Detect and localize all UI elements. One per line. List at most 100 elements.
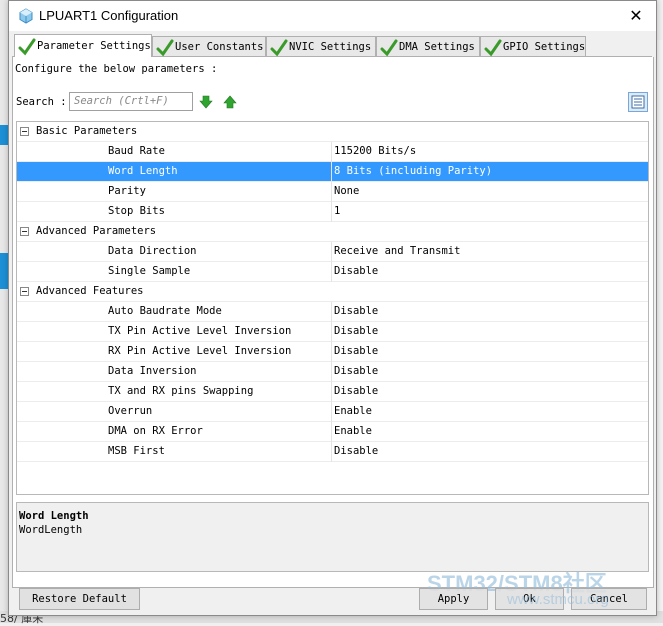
param-row-rx-pin-inversion[interactable]: RX Pin Active Level Inversion Disable [17, 342, 648, 362]
param-row-data-direction[interactable]: Data Direction Receive and Transmit [17, 242, 648, 262]
column-divider [331, 442, 332, 462]
param-value[interactable]: Enable [334, 425, 372, 437]
apply-button[interactable]: Apply [419, 588, 488, 610]
tab-parameter-settings[interactable]: Parameter Settings [14, 34, 152, 57]
param-name: TX and RX pins Swapping [108, 385, 254, 397]
param-row-overrun[interactable]: Overrun Enable [17, 402, 648, 422]
title-bar[interactable]: LPUART1 Configuration ✕ [9, 1, 656, 31]
param-value[interactable]: 8 Bits (including Parity) [334, 165, 492, 177]
param-row-dma-on-rx-error[interactable]: DMA on RX Error Enable [17, 422, 648, 442]
column-divider [331, 242, 332, 262]
param-row-tx-pin-inversion[interactable]: TX Pin Active Level Inversion Disable [17, 322, 648, 342]
instruction-text: Configure the below parameters : [15, 63, 218, 75]
param-name: Data Inversion [108, 365, 197, 377]
param-name: Auto Baudrate Mode [108, 305, 222, 317]
param-row-auto-baudrate-mode[interactable]: Auto Baudrate Mode Disable [17, 302, 648, 322]
tab-label: User Constants [175, 41, 264, 53]
tab-label: DMA Settings [399, 41, 475, 53]
check-icon [18, 38, 36, 56]
restore-default-button[interactable]: Restore Default [19, 588, 140, 610]
tab-dma-settings[interactable]: DMA Settings [376, 36, 480, 57]
param-name: TX Pin Active Level Inversion [108, 325, 292, 337]
check-icon [484, 39, 502, 57]
tab-nvic-settings[interactable]: NVIC Settings [266, 36, 376, 57]
param-value[interactable]: 1 [334, 205, 340, 217]
param-row-msb-first[interactable]: MSB First Disable [17, 442, 648, 462]
param-name: RX Pin Active Level Inversion [108, 345, 292, 357]
watermark-url: www.stmcu.org [507, 591, 609, 608]
column-divider [331, 402, 332, 422]
group-label: Advanced Features [36, 285, 144, 297]
param-name: Data Direction [108, 245, 197, 257]
param-name: Word Length [108, 165, 178, 177]
param-row-single-sample[interactable]: Single Sample Disable [17, 262, 648, 282]
parameter-grid: Basic Parameters Baud Rate 115200 Bits/s… [16, 121, 649, 495]
tab-gpio-settings[interactable]: GPIO Settings [480, 36, 586, 57]
collapse-toggle-icon[interactable] [20, 287, 29, 296]
column-divider [331, 322, 332, 342]
column-divider [331, 382, 332, 402]
tab-label: Parameter Settings [37, 40, 151, 52]
param-value[interactable]: Enable [334, 405, 372, 417]
param-name: MSB First [108, 445, 165, 457]
arrow-up-icon[interactable] [223, 95, 237, 109]
arrow-down-icon[interactable] [199, 95, 213, 109]
lpuart1-configuration-dialog: LPUART1 Configuration ✕ Parameter Settin… [8, 0, 657, 616]
param-row-parity[interactable]: Parity None [17, 182, 648, 202]
param-value[interactable]: Disable [334, 445, 378, 457]
tab-label: GPIO Settings [503, 41, 586, 53]
group-label: Basic Parameters [36, 125, 138, 137]
check-icon [156, 39, 174, 57]
group-row-advanced-features[interactable]: Advanced Features [17, 282, 648, 302]
param-value[interactable]: Receive and Transmit [334, 245, 460, 257]
param-value[interactable]: Disable [334, 345, 378, 357]
param-name: Single Sample [108, 265, 191, 277]
parameter-settings-panel: Configure the below parameters : Search … [12, 57, 654, 588]
param-value[interactable]: None [334, 185, 359, 197]
collapse-toggle-icon[interactable] [20, 227, 29, 236]
param-name: Overrun [108, 405, 153, 417]
column-divider [331, 182, 332, 202]
cube-app-icon [19, 8, 33, 24]
param-name: Baud Rate [108, 145, 165, 157]
column-divider [331, 262, 332, 282]
param-value[interactable]: Disable [334, 365, 378, 377]
param-name: Stop Bits [108, 205, 165, 217]
tab-user-constants[interactable]: User Constants [152, 36, 266, 57]
check-icon [380, 39, 398, 57]
group-label: Advanced Parameters [36, 225, 157, 237]
search-input[interactable]: Search (Crtl+F) [69, 92, 193, 111]
param-value[interactable]: Disable [334, 385, 378, 397]
param-value[interactable]: Disable [334, 265, 378, 277]
list-view-icon [631, 95, 645, 109]
param-row-data-inversion[interactable]: Data Inversion Disable [17, 362, 648, 382]
column-divider [331, 362, 332, 382]
param-name: Parity [108, 185, 146, 197]
description-panel: Word Length WordLength [16, 502, 649, 572]
description-title: Word Length [19, 510, 89, 522]
column-divider [331, 422, 332, 442]
param-row-tx-rx-swapping[interactable]: TX and RX pins Swapping Disable [17, 382, 648, 402]
list-view-button[interactable] [628, 92, 648, 112]
tab-bar: Parameter Settings User Constants NVIC S… [12, 34, 652, 57]
search-label: Search : [16, 96, 67, 108]
collapse-toggle-icon[interactable] [20, 127, 29, 136]
param-value[interactable]: 115200 Bits/s [334, 145, 416, 157]
param-value[interactable]: Disable [334, 305, 378, 317]
column-divider [331, 142, 332, 162]
param-value[interactable]: Disable [334, 325, 378, 337]
description-text: WordLength [19, 524, 83, 536]
group-row-basic-parameters[interactable]: Basic Parameters [17, 122, 648, 142]
column-divider [331, 162, 332, 182]
column-divider [331, 342, 332, 362]
column-divider [331, 302, 332, 322]
param-row-stop-bits[interactable]: Stop Bits 1 [17, 202, 648, 222]
check-icon [270, 39, 288, 57]
param-row-baud-rate[interactable]: Baud Rate 115200 Bits/s [17, 142, 648, 162]
group-row-advanced-parameters[interactable]: Advanced Parameters [17, 222, 648, 242]
close-button[interactable]: ✕ [616, 1, 656, 31]
tab-label: NVIC Settings [289, 41, 372, 53]
param-row-word-length[interactable]: Word Length 8 Bits (including Parity) [17, 162, 648, 182]
column-divider [331, 202, 332, 222]
param-name: DMA on RX Error [108, 425, 203, 437]
